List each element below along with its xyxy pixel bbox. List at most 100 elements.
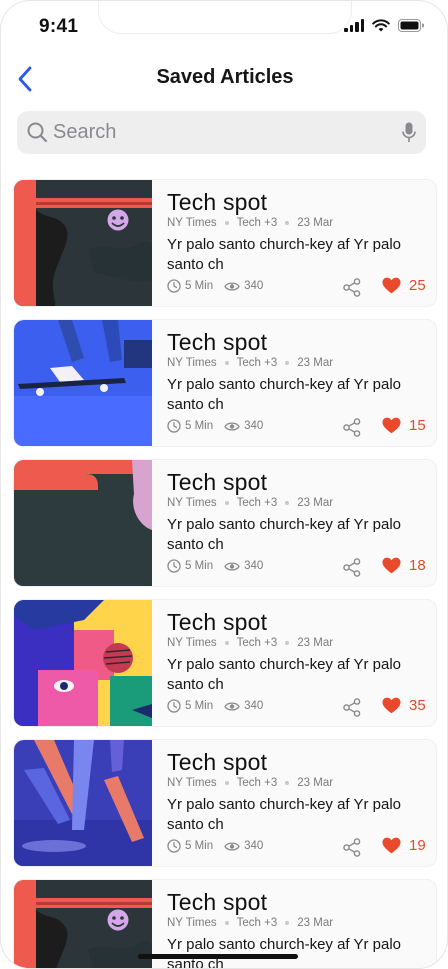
eye-icon <box>224 421 240 431</box>
article-card[interactable]: Tech spot NY Times Tech +3 23 Mar Yr pal… <box>13 459 437 587</box>
views-value: 340 <box>244 280 264 292</box>
views: 340 <box>224 840 263 852</box>
article-meta: NY Times Tech +3 23 Mar <box>167 777 333 789</box>
status-bar: 9:41 <box>1 1 447 51</box>
share-icon <box>343 698 361 717</box>
article-meta: NY Times Tech +3 23 Mar <box>167 917 333 929</box>
article-summary: Yr palo santo church-key af Yr palo sant… <box>167 236 402 273</box>
heart-icon <box>382 837 401 854</box>
article-title: Tech spot <box>167 329 268 355</box>
article-source: NY Times <box>167 357 217 369</box>
read-time-value: 5 Min <box>185 560 214 572</box>
article-thumbnail <box>14 320 152 446</box>
article-date: 23 Mar <box>297 217 334 229</box>
article-thumbnail <box>14 740 152 866</box>
home-indicator[interactable] <box>138 954 298 959</box>
heart-icon <box>382 277 401 294</box>
meta-separator <box>224 921 229 925</box>
clock-icon <box>167 419 181 433</box>
read-time: 5 Min <box>167 559 213 573</box>
meta-separator <box>285 641 290 645</box>
article-meta: NY Times Tech +3 23 Mar <box>167 217 333 229</box>
article-summary: Yr palo santo church-key af Yr palo sant… <box>167 656 402 693</box>
status-icons <box>344 19 425 32</box>
article-meta: NY Times Tech +3 23 Mar <box>167 637 333 649</box>
article-card[interactable]: Tech spot NY Times Tech +3 23 Mar Yr pal… <box>13 739 437 867</box>
share-icon <box>343 278 361 297</box>
meta-separator <box>285 781 290 785</box>
article-summary: Yr palo santo church-key af Yr palo sant… <box>167 936 402 969</box>
search-icon <box>27 122 48 143</box>
like-button[interactable]: 15 <box>382 417 426 434</box>
share-icon <box>343 558 361 577</box>
abstract-dark-illustration <box>14 460 152 586</box>
share-icon <box>343 418 361 437</box>
heart-icon <box>382 557 401 574</box>
read-time-value: 5 Min <box>185 840 214 852</box>
microphone-icon[interactable] <box>402 122 416 143</box>
search-bar <box>17 111 426 154</box>
article-title: Tech spot <box>167 609 268 635</box>
article-stats: 5 Min 340 <box>167 279 274 293</box>
read-time-value: 5 Min <box>185 280 214 292</box>
like-button[interactable]: 19 <box>382 837 426 854</box>
colorful-face-illustration <box>14 600 152 726</box>
like-count: 15 <box>409 417 426 434</box>
robot-face-illustration <box>14 880 152 968</box>
clock-icon <box>167 279 181 293</box>
article-category: Tech +3 <box>236 217 278 229</box>
article-source: NY Times <box>167 917 217 929</box>
share-button[interactable] <box>343 838 361 862</box>
like-button[interactable]: 25 <box>382 277 426 294</box>
views-value: 340 <box>244 840 264 852</box>
meta-separator <box>224 641 229 645</box>
share-button[interactable] <box>343 278 361 302</box>
article-body: Tech spot NY Times Tech +3 23 Mar Yr pal… <box>167 320 426 446</box>
read-time: 5 Min <box>167 839 213 853</box>
eye-icon <box>224 281 240 291</box>
read-time-value: 5 Min <box>185 700 214 712</box>
article-source: NY Times <box>167 217 217 229</box>
article-source: NY Times <box>167 497 217 509</box>
share-button[interactable] <box>343 558 361 582</box>
article-thumbnail <box>14 880 152 968</box>
share-button[interactable] <box>343 698 361 722</box>
article-body: Tech spot NY Times Tech +3 23 Mar Yr pal… <box>167 460 426 586</box>
article-title: Tech spot <box>167 469 268 495</box>
phone-frame: 9:41 Saved Articles Search Tech spot NY … <box>0 0 448 969</box>
read-time: 5 Min <box>167 279 213 293</box>
like-count: 35 <box>409 697 426 714</box>
heart-icon <box>382 417 401 434</box>
article-meta: NY Times Tech +3 23 Mar <box>167 497 333 509</box>
article-stats: 5 Min 340 <box>167 839 274 853</box>
like-button[interactable]: 18 <box>382 557 426 574</box>
like-button[interactable]: 35 <box>382 697 426 714</box>
article-stats: 5 Min 340 <box>167 419 274 433</box>
article-card[interactable]: Tech spot NY Times Tech +3 23 Mar Yr pal… <box>13 599 437 727</box>
heart-icon <box>382 697 401 714</box>
article-source: NY Times <box>167 637 217 649</box>
article-date: 23 Mar <box>297 917 334 929</box>
article-card[interactable]: Tech spot NY Times Tech +3 23 Mar Yr pal… <box>13 319 437 447</box>
share-icon <box>343 838 361 857</box>
meta-separator <box>224 781 229 785</box>
robot-face-illustration <box>14 180 152 306</box>
article-title: Tech spot <box>167 889 268 915</box>
article-title: Tech spot <box>167 189 268 215</box>
wifi-icon <box>372 19 390 32</box>
article-date: 23 Mar <box>297 777 334 789</box>
share-button[interactable] <box>343 418 361 442</box>
article-thumbnail <box>14 180 152 306</box>
meta-separator <box>224 221 229 225</box>
article-body: Tech spot NY Times Tech +3 23 Mar Yr pal… <box>167 180 426 306</box>
meta-separator <box>224 501 229 505</box>
read-time-value: 5 Min <box>185 420 214 432</box>
views-value: 340 <box>244 420 264 432</box>
meta-separator <box>224 361 229 365</box>
article-category: Tech +3 <box>236 357 278 369</box>
article-date: 23 Mar <box>297 357 334 369</box>
cellular-signal-icon <box>344 19 364 32</box>
search-input[interactable] <box>53 117 393 148</box>
article-thumbnail <box>14 600 152 726</box>
article-card[interactable]: Tech spot NY Times Tech +3 23 Mar Yr pal… <box>13 179 437 307</box>
